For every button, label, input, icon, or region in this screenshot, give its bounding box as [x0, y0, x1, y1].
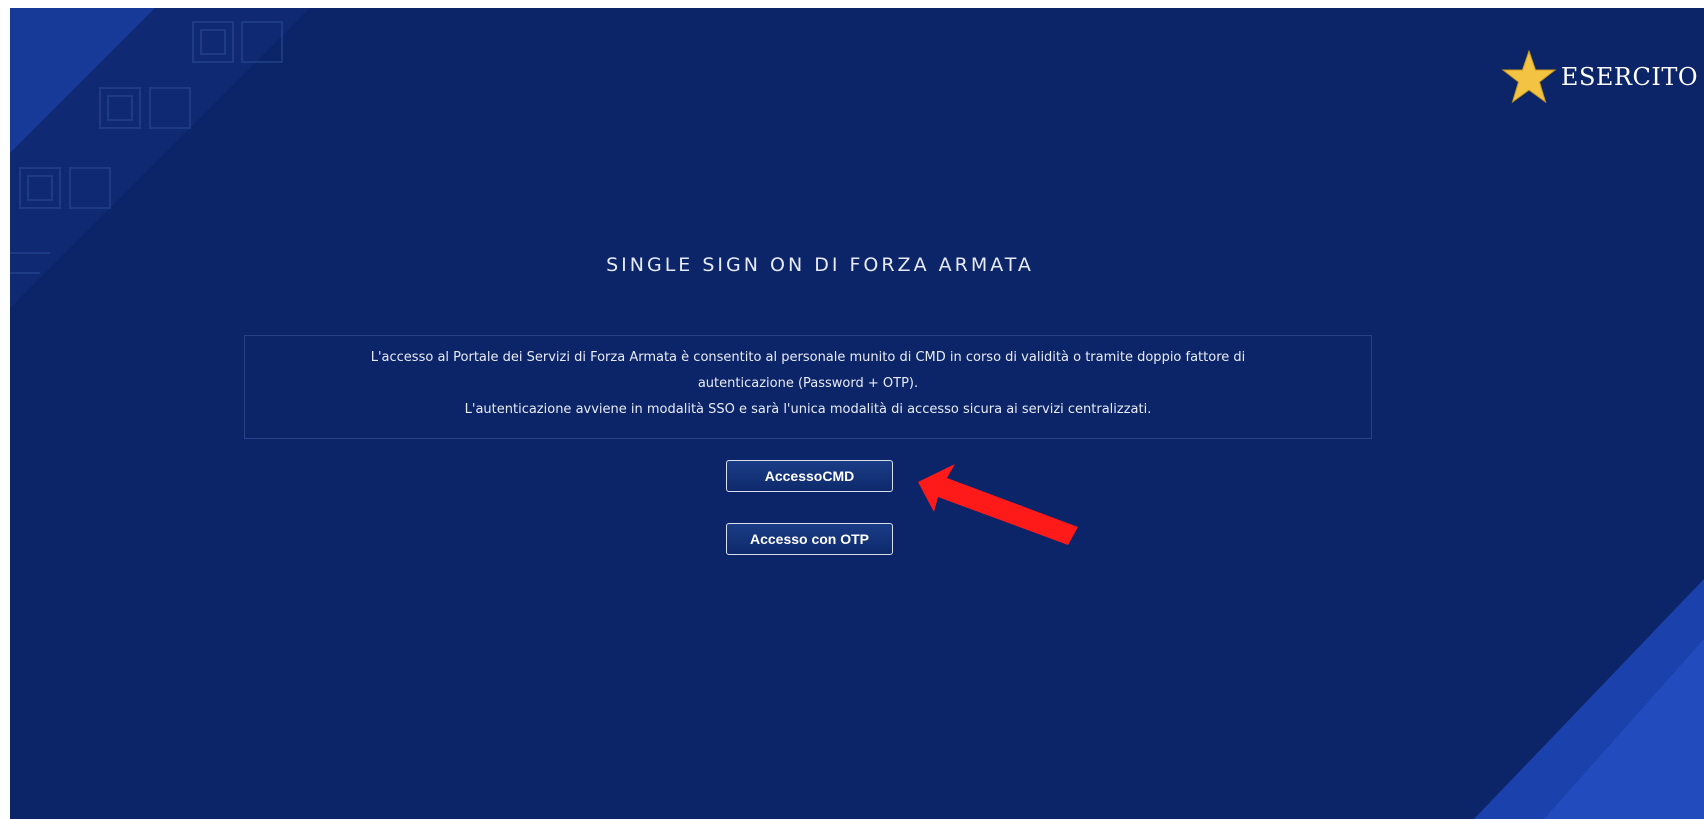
accesso-cmd-button[interactable]: AccessoCMD — [726, 460, 893, 492]
red-arrow-icon — [918, 464, 1078, 545]
brand-logo: ESERCITO — [1501, 50, 1698, 104]
decorative-corner-bottom-right — [1474, 579, 1704, 819]
star-icon — [1501, 50, 1557, 104]
info-box: L'accesso al Portale dei Servizi di Forz… — [244, 335, 1372, 439]
page-title: SINGLE SIGN ON DI FORZA ARMATA — [606, 254, 1034, 276]
accesso-otp-button[interactable]: Accesso con OTP — [726, 523, 893, 555]
info-line-1: L'accesso al Portale dei Servizi di Forz… — [370, 350, 1246, 365]
info-line-3: L'autenticazione avviene in modalità SSO… — [464, 402, 1152, 417]
brand-name: ESERCITO — [1560, 63, 1698, 91]
info-line-2: autenticazione (Password + OTP). — [697, 376, 919, 391]
login-page: ESERCITO SINGLE SIGN ON DI FORZA ARMATA … — [10, 8, 1704, 819]
